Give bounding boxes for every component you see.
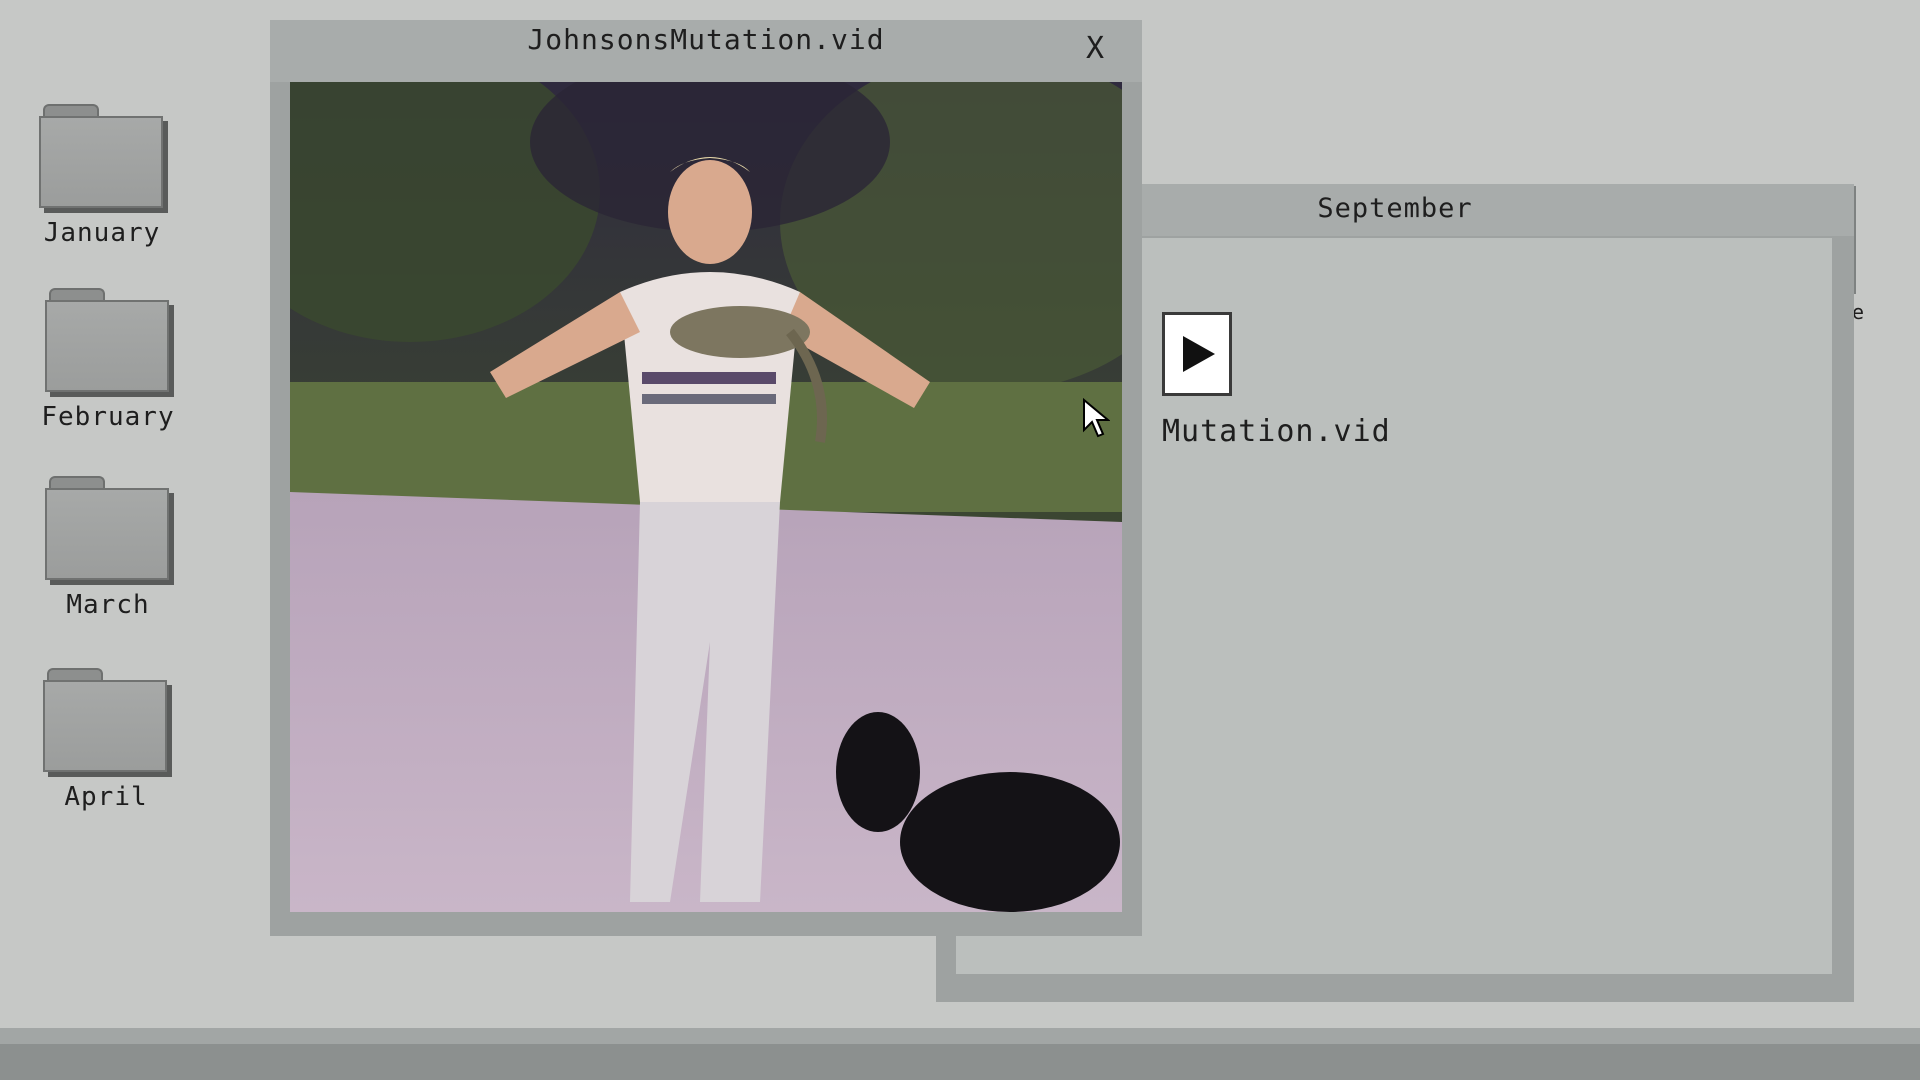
desktop-folder-march[interactable]: March — [28, 476, 188, 620]
play-icon — [1183, 336, 1215, 372]
video-file-label[interactable]: Mutation.vid — [1162, 414, 1391, 449]
video-player-window[interactable]: JohnsonsMutation.vid X — [270, 20, 1142, 936]
video-still-image — [290, 82, 1122, 912]
desktop-folder-february[interactable]: February — [28, 288, 188, 432]
desktop-folder-january[interactable]: January — [22, 104, 182, 248]
folder-label: January — [43, 218, 161, 248]
mouse-cursor — [1082, 397, 1111, 442]
desktop-folder-april[interactable]: April — [26, 668, 186, 812]
close-button[interactable]: X — [1086, 34, 1116, 64]
video-frame[interactable] — [290, 82, 1122, 912]
cursor-arrow-icon — [1083, 397, 1111, 438]
video-file-icon[interactable] — [1162, 312, 1232, 396]
taskbar — [0, 1028, 1920, 1080]
folder-icon — [43, 668, 169, 772]
folder-label: February — [41, 402, 175, 432]
folder-label: March — [66, 590, 150, 620]
folder-icon — [45, 288, 171, 392]
folder-icon — [45, 476, 171, 580]
folder-label: April — [64, 782, 148, 812]
folder-icon — [39, 104, 165, 208]
video-window-title[interactable]: JohnsonsMutation.vid — [270, 20, 1142, 82]
